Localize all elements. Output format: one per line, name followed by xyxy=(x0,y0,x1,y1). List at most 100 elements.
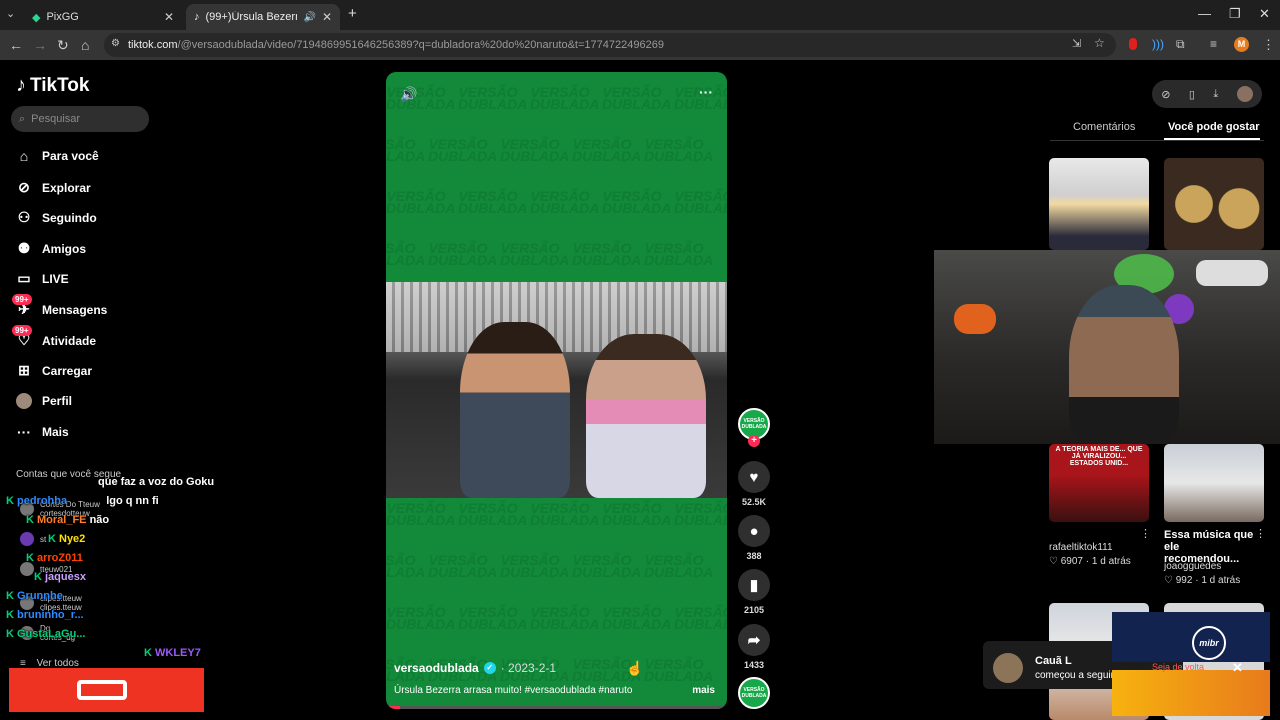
sidebar-item-seguindo[interactable]: ⚇ Seguindo xyxy=(16,209,97,226)
video-thumbnail[interactable] xyxy=(1164,158,1264,250)
sponsor-banner: mibr Seja de volta ✕ xyxy=(1112,612,1270,720)
avatar xyxy=(20,562,34,576)
close-icon[interactable]: ✕ xyxy=(1232,660,1243,676)
watermark-text: VERSÃO DUBLADA xyxy=(644,136,714,164)
extension-voice-icon[interactable]: ))) xyxy=(1152,37,1164,51)
activity-icon: ♡ 99+ xyxy=(12,325,32,349)
explore-icon[interactable]: ⊘ xyxy=(1161,88,1170,101)
minimize-icon[interactable]: — xyxy=(1198,6,1211,21)
more-options-icon[interactable]: ⋮ xyxy=(1140,527,1151,540)
tab-comentarios[interactable]: Comentários xyxy=(1073,121,1135,133)
home-button-icon[interactable]: ⌂ xyxy=(81,37,89,53)
download-icon[interactable]: ⤓ xyxy=(1213,88,1218,101)
browser-tab-tiktok[interactable]: ♪ (99+)Úrsula Bezerra: A Voz 🔊 ✕ xyxy=(186,4,340,30)
tab-voce-pode-gostar[interactable]: Você pode gostar xyxy=(1168,121,1259,133)
tab-close-icon[interactable]: ✕ xyxy=(322,10,332,24)
browser-menu-icon[interactable]: ⋮ xyxy=(1262,37,1275,53)
extensions-puzzle-icon[interactable]: ⧉ xyxy=(1176,37,1185,52)
webcam-overlay xyxy=(934,250,1280,444)
comment-icon: ● xyxy=(738,515,770,547)
watermark-text: VERSÃO DUBLADA xyxy=(602,188,672,216)
watermark-text: VERSÃO DUBLADA xyxy=(530,500,600,528)
moderator-icon: K xyxy=(26,514,37,526)
sidebar-item-live[interactable]: ▭ LIVE xyxy=(16,270,68,287)
video-player[interactable]: VERSÃO DUBLADA VERSÃO DUBLADA VERSÃO DUBLA… xyxy=(386,72,727,709)
maximize-icon[interactable]: ❐ xyxy=(1229,6,1241,22)
url-path: /@versaodublada/video/719486995164625638… xyxy=(177,39,664,51)
active-tab-indicator xyxy=(1164,138,1260,140)
browser-tab-bar: ⌄ ◆ PixGG ✕ ♪ (99+)Úrsula Bezerra: A Voz… xyxy=(0,0,1280,30)
following-icon: ⚇ xyxy=(17,209,31,225)
watermark-text: VERSÃO DUBLADA xyxy=(386,500,456,528)
sidebar-item-perfil[interactable]: Perfil xyxy=(16,393,72,409)
volume-icon[interactable]: 🔊 xyxy=(400,86,417,103)
forward-icon[interactable]: → xyxy=(33,37,47,53)
sidebar-item-atividade[interactable]: ♡ 99+ Atividade xyxy=(12,325,96,349)
banner-stripe xyxy=(1112,670,1270,716)
watermark-text: VERSÃO DUBLADA xyxy=(530,188,600,216)
sidebar-item-mensagens[interactable]: ✈ 99+ Mensagens xyxy=(12,294,107,318)
video-author[interactable]: joaogguedes xyxy=(1164,561,1221,572)
mouse-cursor-icon: ☝ xyxy=(626,660,644,676)
video-caption: Essa música que ele recomendou... xyxy=(1164,529,1254,565)
watermark-text: VERSÃO DUBLADA xyxy=(530,604,600,632)
site-info-icon[interactable]: ⚙ xyxy=(111,38,120,49)
share-button[interactable]: ➦ 1433 xyxy=(738,624,770,670)
watermark-text: VERSÃO DUBLADA xyxy=(572,656,642,684)
video-author[interactable]: versaodublada ✓ · 2023-2-1 xyxy=(394,661,556,675)
video-progress-bar[interactable] xyxy=(386,706,727,709)
chat-message: K WKLEY7 xyxy=(144,647,201,659)
follow-plus-icon[interactable]: + xyxy=(748,435,760,447)
watermark-text: VERSÃO DUBLADA xyxy=(458,188,528,216)
reload-icon[interactable]: ↻ xyxy=(57,37,69,54)
chat-message: K Nye2 xyxy=(48,533,86,545)
tab-search-icon[interactable]: ⌄ xyxy=(6,7,15,20)
sidebar-item-para-voce[interactable]: ⌂ Para você xyxy=(16,148,99,164)
device-icon[interactable]: ▯ xyxy=(1189,88,1195,101)
sidebar-item-explorar[interactable]: ⊘ Explorar xyxy=(16,179,91,196)
extension-red-icon[interactable] xyxy=(1129,38,1137,50)
chat-message: K Grunnhe xyxy=(6,590,63,602)
watermark-text: VERSÃO DUBLADA xyxy=(602,500,672,528)
video-date: · 2023-2-1 xyxy=(500,661,557,675)
sidebar-item-amigos[interactable]: ⚉ Amigos xyxy=(16,240,86,257)
video-author[interactable]: rafaeltiktok111 xyxy=(1049,542,1113,553)
video-thumbnail[interactable]: A TEORIA MAIS DE... QUE JÁ VIRALIZOU... … xyxy=(1049,444,1149,522)
more-options-icon[interactable]: ··· xyxy=(699,84,713,100)
sidebar-item-mais[interactable]: ··· Mais xyxy=(16,424,69,440)
comment-button[interactable]: ● 388 xyxy=(738,515,770,561)
like-button[interactable]: ♥ 52.5K xyxy=(738,461,770,507)
install-app-icon[interactable]: ⇲ xyxy=(1072,37,1081,50)
upload-icon: ⊞ xyxy=(18,362,30,378)
media-controls-icon[interactable]: ≡ xyxy=(1210,37,1217,51)
bookmark-star-icon[interactable]: ☆ xyxy=(1094,36,1105,50)
pixgg-favicon-icon: ◆ xyxy=(32,11,41,24)
tiktok-favicon-icon: ♪ xyxy=(194,11,200,23)
profile-avatar[interactable]: M xyxy=(1234,37,1249,52)
more-link[interactable]: mais xyxy=(692,685,715,696)
search-input[interactable]: ⌕ Pesquisar xyxy=(11,106,149,132)
tab-audio-icon[interactable]: 🔊 xyxy=(303,12,315,23)
following-account[interactable]: st xyxy=(20,532,46,546)
chat-message: K arroZ011 xyxy=(26,552,83,564)
watermark-text: VERSÃO DUBLADA xyxy=(428,240,498,268)
video-thumbnail[interactable] xyxy=(1049,158,1149,250)
notification-badge: 99+ xyxy=(12,294,32,305)
user-avatar[interactable] xyxy=(1236,86,1253,102)
tiktok-logo[interactable]: ♪ TikTok xyxy=(16,74,89,97)
window-close-icon[interactable]: ✕ xyxy=(1259,6,1270,22)
new-tab-button[interactable]: + xyxy=(348,5,357,22)
sound-disc[interactable]: VERSÃO DUBLADA xyxy=(738,677,770,709)
sidebar-item-carregar[interactable]: ⊞ Carregar xyxy=(16,362,92,379)
streamer-figure xyxy=(1069,285,1179,444)
browser-tab-pixgg[interactable]: ◆ PixGG ✕ xyxy=(24,4,182,30)
watermark-text: VERSÃO DUBLADA xyxy=(572,240,642,268)
chat-message: que faz a voz do Goku xyxy=(98,476,215,488)
tab-close-icon[interactable]: ✕ xyxy=(164,10,174,24)
back-icon[interactable]: ← xyxy=(9,37,23,53)
more-options-icon[interactable]: ⋮ xyxy=(1255,527,1266,540)
video-thumbnail[interactable] xyxy=(1164,444,1264,522)
live-icon: ▭ xyxy=(17,270,31,286)
save-button[interactable]: ▮ 2105 xyxy=(738,569,770,615)
address-bar[interactable]: ⚙ tiktok.com/@versaodublada/video/719486… xyxy=(104,33,1116,57)
